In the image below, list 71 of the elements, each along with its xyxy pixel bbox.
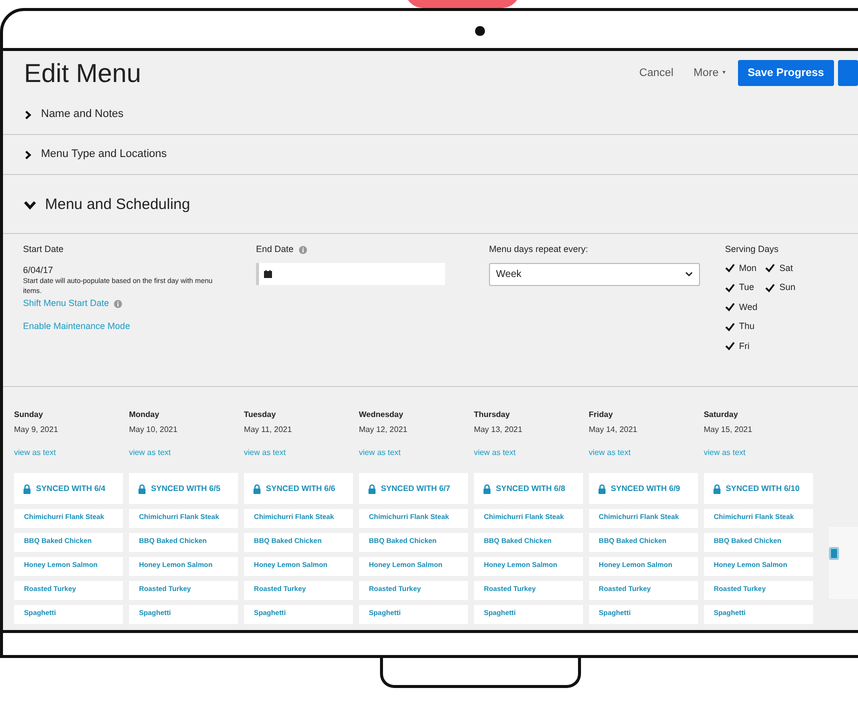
- page-title: Edit Menu: [24, 56, 142, 90]
- accordion-header[interactable]: Menu and Scheduling: [3, 175, 858, 234]
- day-name: Sunday: [14, 409, 44, 421]
- checkbox[interactable]: [765, 282, 776, 293]
- calendar-cell-highlight: [828, 547, 839, 560]
- checkbox-label: Fri: [739, 340, 750, 352]
- day-name: Tuesday: [244, 409, 277, 421]
- field-label: Start Date: [23, 243, 65, 256]
- accordion-header[interactable]: Menu Type and Locations: [3, 135, 858, 175]
- checkbox[interactable]: [725, 263, 735, 274]
- end-date-field[interactable]: [256, 262, 445, 284]
- info-icon: [114, 300, 122, 308]
- shift-start-date-link[interactable]: Shift Menu Start Date: [23, 297, 110, 310]
- view-as-text-link[interactable]: view as text: [128, 447, 171, 459]
- day-date: May 10, 2021: [128, 424, 178, 436]
- accordion-header[interactable]: Name and Notes: [3, 95, 858, 135]
- field-label: End Date: [256, 243, 294, 256]
- view-as-text-link[interactable]: view as text: [244, 447, 286, 459]
- field-label: Serving Days: [725, 243, 780, 256]
- info-icon: [298, 246, 307, 254]
- day-name: Friday: [588, 409, 614, 421]
- start-date-value: 6/04/17: [23, 264, 54, 276]
- day-name: Monday: [128, 409, 160, 421]
- save-progress-button[interactable]: Save Progress: [738, 60, 834, 86]
- chevron-icon: [23, 110, 33, 120]
- caret-icon: [685, 271, 693, 277]
- repeat-select[interactable]: Week: [489, 262, 700, 286]
- checkbox-label: Mon: [739, 262, 757, 274]
- chevron-icon: [23, 150, 33, 160]
- view-as-text-link[interactable]: view as text: [704, 447, 746, 459]
- calendar-icon: [264, 270, 272, 278]
- day-date: May 15, 2021: [704, 424, 754, 436]
- day-name: Wednesday: [358, 409, 404, 421]
- lock-icon: [23, 484, 31, 494]
- lock-icon: [138, 484, 146, 494]
- synced-card: SYNCED WITH 6/5: [128, 473, 238, 504]
- checkbox[interactable]: [725, 341, 735, 352]
- day-date: May 11, 2021: [244, 424, 293, 436]
- view-as-text-link[interactable]: view as text: [14, 447, 56, 459]
- synced-card: SYNCED WITH 6/10: [704, 473, 814, 504]
- checkbox[interactable]: [765, 263, 776, 274]
- checkbox-label: Sun: [779, 281, 796, 294]
- view-as-text-link[interactable]: view as text: [358, 447, 401, 459]
- synced-card: SYNCED WITH 6/4: [14, 473, 124, 504]
- synced-card: SYNCED WITH 6/7: [358, 473, 468, 504]
- checkbox-label: Tue: [739, 281, 754, 294]
- field-label: Menu days repeat every:: [489, 243, 590, 256]
- lock-icon: [598, 484, 606, 494]
- checkbox-label: Thu: [739, 320, 755, 333]
- day-date: May 14, 2021: [588, 424, 638, 436]
- maintenance-mode-link[interactable]: Enable Maintenance Mode: [23, 320, 256, 333]
- day-name: Saturday: [704, 409, 739, 421]
- day-date: May 9, 2021: [14, 424, 60, 436]
- checkbox[interactable]: [725, 302, 735, 312]
- lock-icon: [368, 484, 376, 494]
- synced-card: SYNCED WITH 6/9: [588, 473, 698, 504]
- checkbox-label: Sat: [779, 262, 793, 274]
- synced-card: SYNCED WITH 6/6: [244, 473, 354, 504]
- checkbox[interactable]: [725, 282, 735, 293]
- cancel-button[interactable]: Cancel: [639, 64, 674, 82]
- day-name: Thursday: [474, 409, 511, 421]
- lock-icon: [252, 484, 261, 494]
- day-date: May 13, 2021: [474, 424, 524, 436]
- view-as-text-link[interactable]: view as text: [474, 447, 516, 459]
- checkbox[interactable]: [725, 322, 735, 332]
- view-as-text-link[interactable]: view as text: [588, 447, 631, 459]
- day-date: May 12, 2021: [358, 424, 408, 436]
- lock-icon: [482, 484, 491, 494]
- synced-card: SYNCED WITH 6/8: [474, 473, 584, 504]
- checkbox-label: Wed: [739, 300, 758, 314]
- lock-icon: [712, 484, 721, 494]
